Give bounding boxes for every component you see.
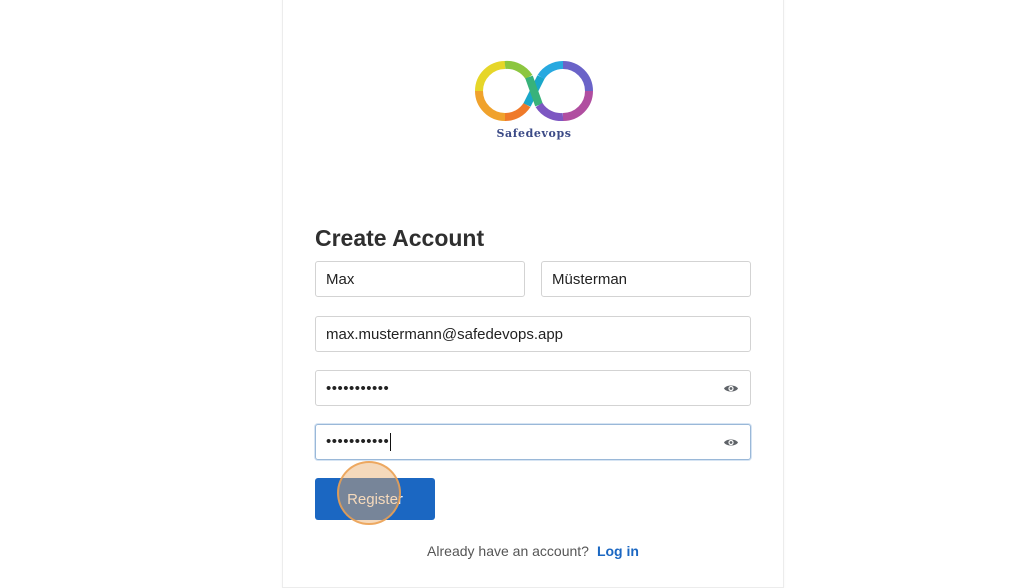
password-value: ••••••••••• (326, 379, 390, 397)
first-name-value: Max (326, 270, 355, 288)
text-caret (390, 433, 392, 452)
brand-name: Safedevops (496, 127, 572, 140)
last-name-field[interactable]: Müsterman (541, 261, 751, 297)
login-question: Already have an account? (427, 543, 589, 559)
infinity-logo-icon (475, 60, 593, 121)
login-prompt: Already have an account? Log in (283, 543, 783, 559)
confirm-password-field[interactable]: ••••••••••• (315, 424, 751, 460)
login-link[interactable]: Log in (597, 543, 639, 559)
last-name-value: Müsterman (552, 270, 628, 288)
confirm-password-value: ••••••••••• (326, 432, 390, 450)
brand-logo: Safedevops (469, 57, 601, 147)
password-field[interactable]: ••••••••••• (315, 370, 751, 406)
register-button[interactable]: Register (315, 478, 435, 520)
email-field[interactable]: max.mustermann@safedevops.app (315, 316, 751, 352)
email-value: max.mustermann@safedevops.app (326, 325, 564, 343)
signup-card: Safedevops Create Account Max Müsterman … (282, 0, 784, 588)
show-confirm-password-eye-icon[interactable] (722, 435, 740, 449)
show-password-eye-icon[interactable] (722, 381, 740, 395)
page-title: Create Account (315, 225, 485, 251)
first-name-field[interactable]: Max (315, 261, 525, 297)
